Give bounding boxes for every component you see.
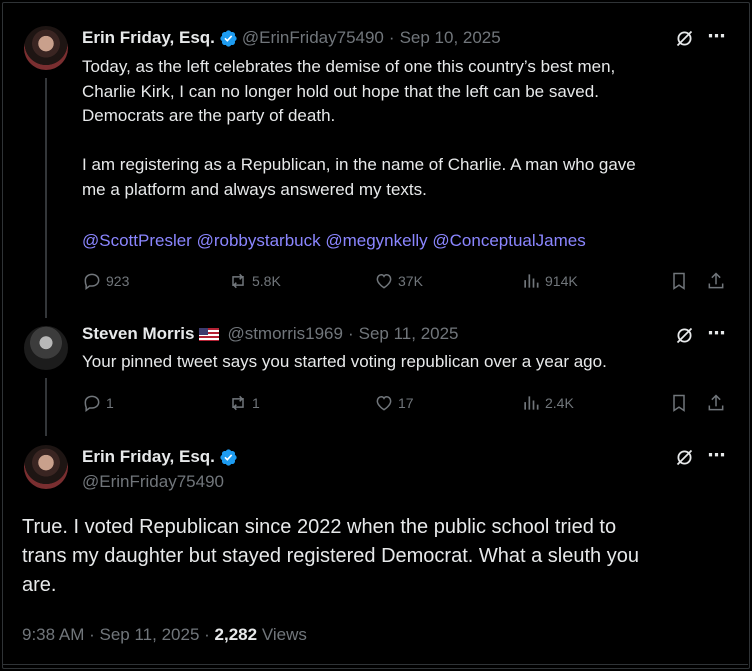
thread-line xyxy=(45,378,47,436)
avatar[interactable] xyxy=(24,26,68,70)
heart-icon xyxy=(376,395,392,411)
reply-count: 923 xyxy=(106,273,130,289)
thread-line xyxy=(45,78,47,318)
author-name[interactable]: Steven Morris xyxy=(82,324,194,344)
reply-button[interactable]: 923 xyxy=(82,270,129,292)
tweet-text: Today, as the left celebrates the demise… xyxy=(82,55,636,254)
author-handle[interactable]: @ErinFriday75490 xyxy=(82,472,224,492)
more-options-icon[interactable]: ⋯ xyxy=(706,26,728,47)
verified-badge-icon xyxy=(220,448,237,466)
views-button[interactable]: 2.4K xyxy=(521,392,574,414)
grok-icon[interactable] xyxy=(673,27,695,49)
view-count: 2.4K xyxy=(545,395,574,411)
action-bar: 923 5.8K 37K 914K xyxy=(82,270,732,292)
analytics-icon xyxy=(524,396,539,410)
grok-icon[interactable] xyxy=(673,324,695,346)
author-handle-row: @ErinFriday75490 xyxy=(82,471,224,493)
repost-count: 5.8K xyxy=(252,273,281,289)
avatar[interactable] xyxy=(24,445,68,489)
tweet-date[interactable]: Sep 10, 2025 xyxy=(400,28,501,48)
reply-count: 1 xyxy=(106,395,114,411)
tweet-line: Democrats are the party of death. xyxy=(82,106,336,125)
tweet-line: True. I voted Republican since 2022 when… xyxy=(22,516,617,538)
tweet-time[interactable]: 9:38 AM xyxy=(22,625,84,644)
tweet-header: Erin Friday, Esq. @ErinFriday75490 · Sep… xyxy=(82,27,501,49)
more-options-icon[interactable]: ⋯ xyxy=(706,323,728,344)
share-button[interactable] xyxy=(706,270,726,292)
like-button[interactable]: 17 xyxy=(374,392,414,414)
view-count: 914K xyxy=(545,273,578,289)
author-handle[interactable]: @stmorris1969 xyxy=(227,324,343,344)
reply-icon xyxy=(84,395,100,412)
separator: · xyxy=(89,625,95,644)
tweet-header: Steven Morris @stmorris1969 · Sep 11, 20… xyxy=(82,323,459,345)
tweet-line: me a platform and always answered my tex… xyxy=(82,179,427,199)
reply-icon xyxy=(84,273,100,290)
divider xyxy=(2,664,748,665)
action-bar: 1 1 17 2.4K xyxy=(82,392,732,414)
views-label: Views xyxy=(261,625,307,644)
author-name[interactable]: Erin Friday, Esq. xyxy=(82,28,215,48)
mention-link[interactable]: @ScottPresler xyxy=(82,231,192,250)
repost-icon xyxy=(232,273,244,289)
repost-button[interactable]: 1 xyxy=(228,392,260,414)
tweet-line: trans my daughter but stayed registered … xyxy=(22,545,639,567)
repost-icon xyxy=(232,395,244,411)
separator: · xyxy=(388,28,395,47)
like-count: 17 xyxy=(398,395,414,411)
tweet-line: are. xyxy=(22,574,57,596)
author-name[interactable]: Erin Friday, Esq. xyxy=(82,447,215,467)
like-button[interactable]: 37K xyxy=(374,270,423,292)
grok-icon[interactable] xyxy=(673,446,695,468)
views-button[interactable]: 914K xyxy=(521,270,578,292)
tweet-header: Erin Friday, Esq. xyxy=(82,446,238,468)
tweet-meta: 9:38 AM · Sep 11, 2025 · 2,282 Views xyxy=(22,625,307,645)
mentions-line: @ScottPresler @robbystarbuck @megynkelly… xyxy=(82,229,636,254)
share-button[interactable] xyxy=(706,392,726,414)
bookmark-button[interactable] xyxy=(669,392,689,414)
tweet-date[interactable]: Sep 11, 2025 xyxy=(359,324,459,344)
tweet-date[interactable]: Sep 11, 2025 xyxy=(100,625,200,644)
bookmark-icon xyxy=(673,394,685,412)
tweet-line: Charlie Kirk, I can no longer hold out h… xyxy=(82,81,599,101)
us-flag-icon xyxy=(199,327,220,341)
share-icon xyxy=(708,272,724,289)
tweet-line: Today, as the left celebrates the demise… xyxy=(82,57,616,76)
repost-button[interactable]: 5.8K xyxy=(228,270,281,292)
reply-button[interactable]: 1 xyxy=(82,392,114,414)
heart-icon xyxy=(376,273,392,289)
mention-link[interactable]: @ConceptualJames xyxy=(432,231,585,250)
more-options-icon[interactable]: ⋯ xyxy=(706,445,728,466)
author-handle[interactable]: @ErinFriday75490 xyxy=(242,28,384,48)
tweet-text: Your pinned tweet says you started votin… xyxy=(82,352,607,371)
analytics-icon xyxy=(524,274,539,288)
bookmark-button[interactable] xyxy=(669,270,689,292)
repost-count: 1 xyxy=(252,395,260,411)
bookmark-icon xyxy=(673,272,685,290)
tweet-text: True. I voted Republican since 2022 when… xyxy=(22,513,639,600)
separator: · xyxy=(204,625,210,644)
like-count: 37K xyxy=(398,273,423,289)
mention-link[interactable]: @robbystarbuck xyxy=(197,231,321,250)
verified-badge-icon xyxy=(220,29,237,47)
share-icon xyxy=(708,394,724,411)
mention-link[interactable]: @megynkelly xyxy=(325,231,427,250)
views-count: 2,282 xyxy=(214,625,258,644)
tweet-line: I am registering as a Republican, in the… xyxy=(82,155,636,174)
separator: · xyxy=(347,324,354,343)
avatar[interactable] xyxy=(24,326,68,370)
